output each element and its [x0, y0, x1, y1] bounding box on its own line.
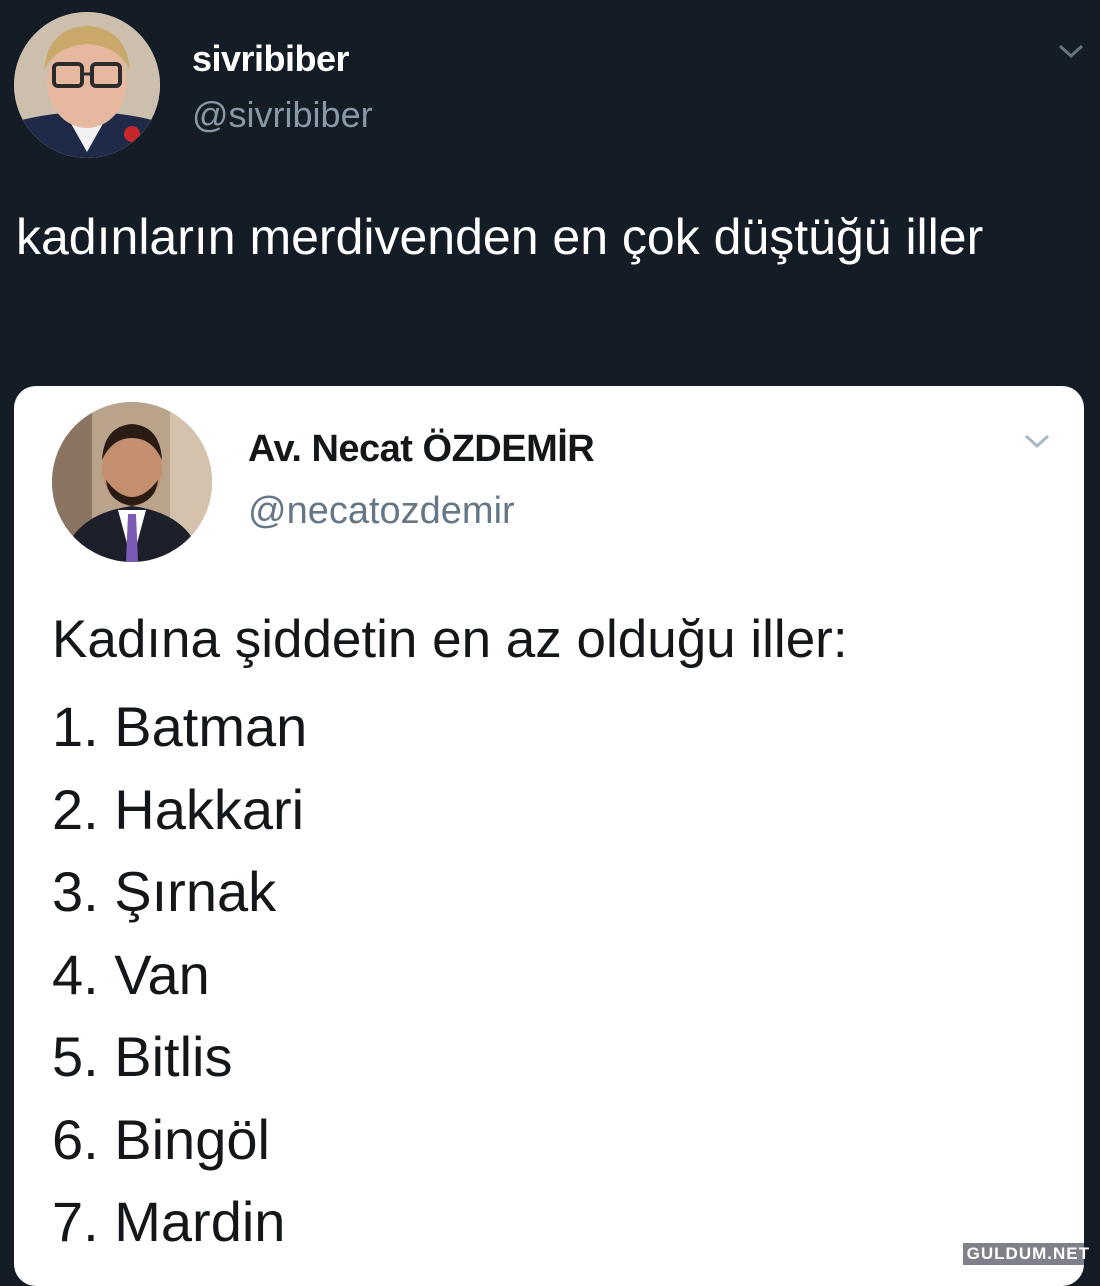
quoted-author-name[interactable]: Av. Necat ÖZDEMİR	[248, 428, 595, 471]
chevron-down-icon[interactable]	[1022, 430, 1052, 452]
avatar-photo-icon	[52, 402, 212, 562]
outer-author-name[interactable]: sivribiber	[192, 38, 350, 80]
list-item: 5. Bitlis	[52, 1025, 233, 1088]
quoted-tweet-card[interactable]: Av. Necat ÖZDEMİR @necatozdemir Kadına ş…	[14, 386, 1084, 1286]
outer-author-handle[interactable]: @sivribiber	[192, 94, 373, 136]
quoted-tweet-heading: Kadına şiddetin en az olduğu iller:	[52, 610, 848, 669]
watermark: GULDUM.NET	[962, 1243, 1094, 1265]
outer-tweet: sivribiber @sivribiber kadınların merdiv…	[0, 0, 1100, 1286]
tweet-text: kadınların merdivenden en çok düştüğü il…	[16, 209, 984, 265]
quoted-author-avatar[interactable]	[52, 402, 212, 562]
city-list: 1. Batman 2. Hakkari 3. Şırnak 4. Van 5.…	[52, 686, 307, 1264]
list-item: 6. Bingöl	[52, 1107, 270, 1171]
list-item: 1. Batman	[52, 695, 308, 758]
quoted-author-handle[interactable]: @necatozdemir	[248, 490, 515, 533]
list-item: 4. Van	[52, 942, 210, 1006]
chevron-down-icon[interactable]	[1056, 40, 1086, 62]
avatar-photo-icon	[14, 12, 160, 158]
list-item: 7. Mardin	[52, 1190, 286, 1253]
outer-author-avatar[interactable]	[14, 12, 160, 158]
list-item: 2. Hakkari	[52, 777, 305, 841]
list-item: 3. Şırnak	[52, 860, 277, 923]
